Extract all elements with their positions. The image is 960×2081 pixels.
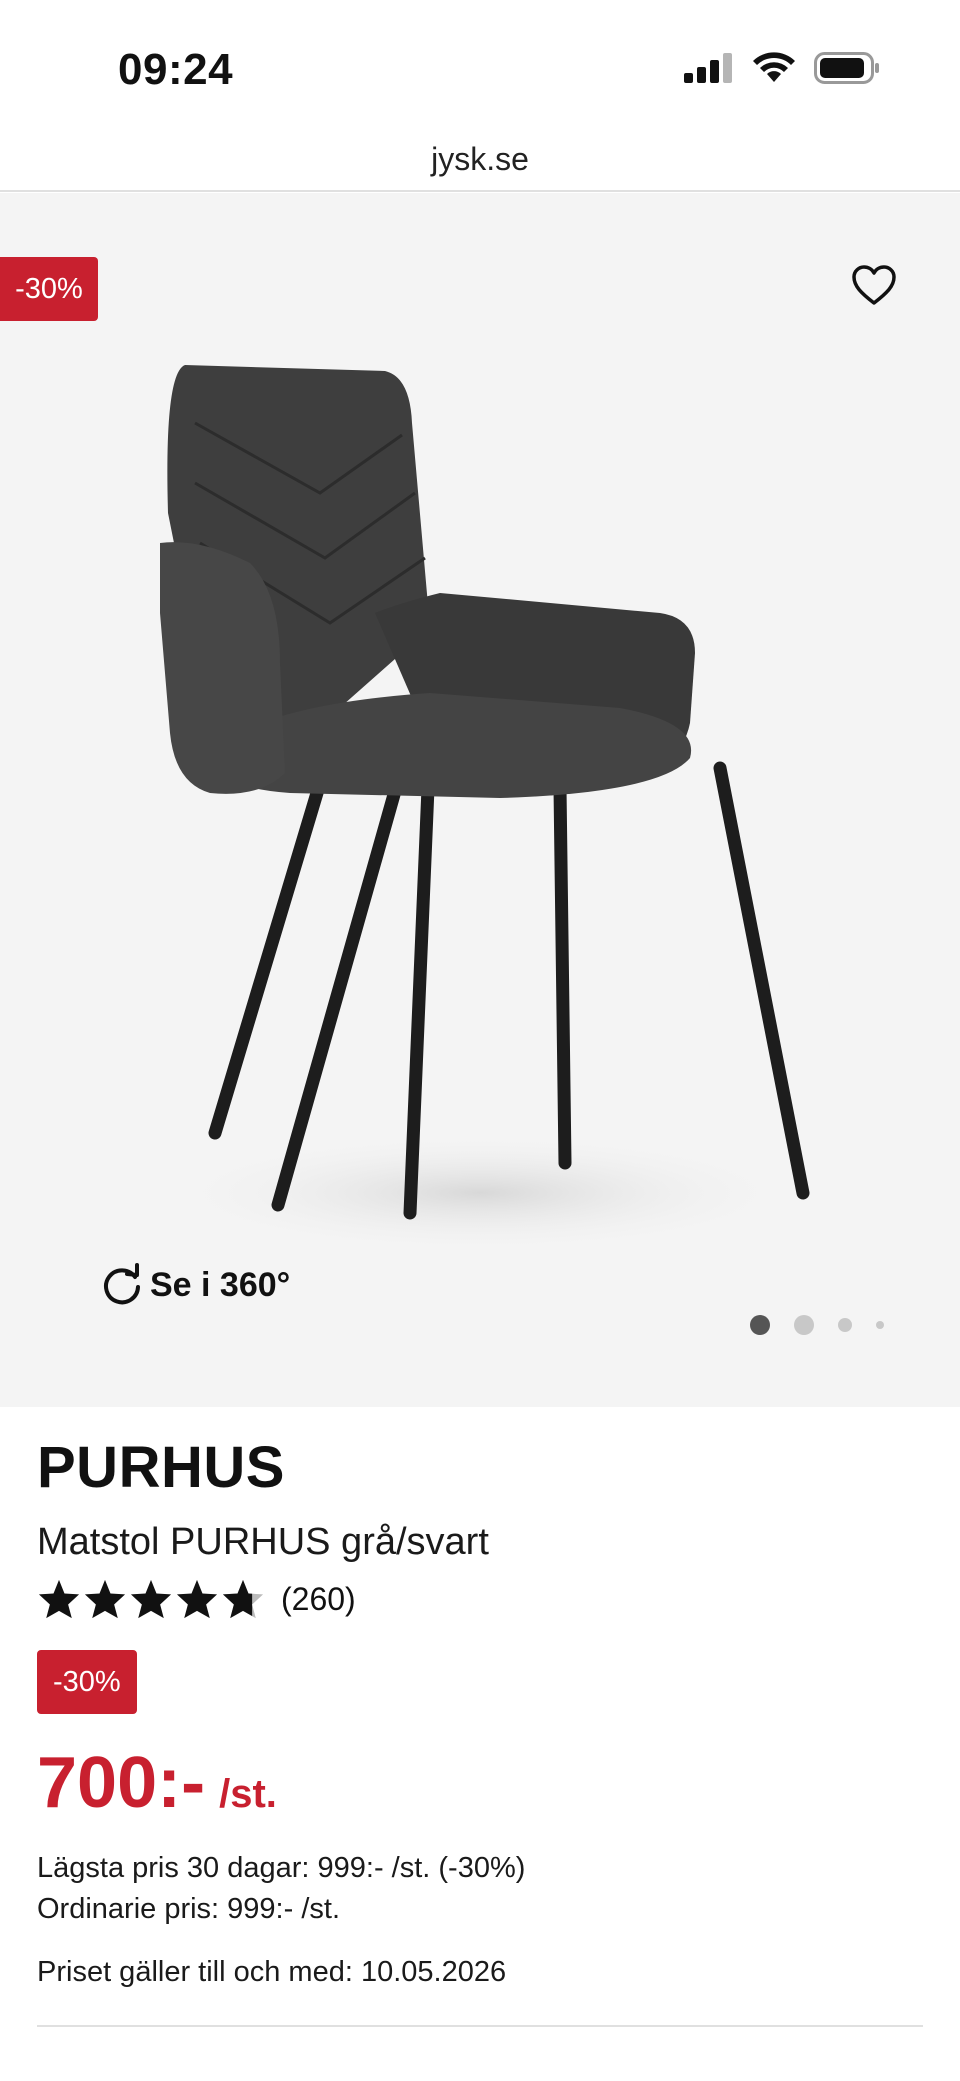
price-discount-badge: -30%: [37, 1650, 137, 1714]
rating-stars: [37, 1578, 265, 1620]
gallery-discount-badge: -30%: [0, 257, 98, 321]
star-icon: [38, 1579, 80, 1619]
price-details: Lägsta pris 30 dagar: 999:- /st. (-30%) …: [37, 1848, 923, 1930]
status-bar: 09:24: [0, 0, 960, 130]
product-image-gallery[interactable]: -30% Se i 360°: [0, 193, 960, 1407]
status-icons: [684, 52, 880, 84]
price-unit: /st.: [219, 1772, 277, 1816]
wifi-icon: [753, 52, 795, 82]
favorite-button[interactable]: [846, 257, 902, 313]
section-divider: [37, 2025, 923, 2027]
browser-url-bar[interactable]: jysk.se: [0, 130, 960, 192]
rotate-icon: [104, 1263, 140, 1305]
star-icon: [130, 1579, 172, 1619]
review-count[interactable]: (260): [281, 1581, 356, 1618]
view-360-label: Se i 360°: [150, 1265, 291, 1304]
gallery-pagination: [750, 1315, 884, 1335]
price-valid-until: Priset gäller till och med: 10.05.2026: [37, 1956, 507, 1988]
ordinary-price: Ordinarie pris: 999:- /st.: [37, 1893, 340, 1925]
star-icon: [176, 1579, 218, 1619]
star-partial-icon: [222, 1579, 264, 1619]
price-row: 700:- /st.: [37, 1742, 923, 1824]
current-price: 700:-: [37, 1743, 206, 1823]
product-rating[interactable]: (260): [37, 1578, 923, 1620]
pagination-dot[interactable]: [876, 1321, 884, 1329]
heart-icon: [852, 265, 896, 305]
star-icon: [84, 1579, 126, 1619]
product-name: Matstol PURHUS grå/svart: [37, 1521, 489, 1563]
signal-icon: [684, 53, 732, 83]
battery-icon: [814, 52, 879, 84]
view-360-button[interactable]: Se i 360°: [100, 1263, 290, 1307]
lowest-price-30-days: Lägsta pris 30 dagar: 999:- /st. (-30%): [37, 1852, 526, 1884]
pagination-dot-active[interactable]: [750, 1315, 770, 1335]
product-info: PURHUS Matstol PURHUS grå/svart (260) -3…: [37, 1410, 923, 1989]
status-time: 09:24: [118, 45, 234, 94]
pagination-dot[interactable]: [838, 1318, 852, 1332]
product-brand: PURHUS: [37, 1435, 285, 1500]
pagination-dot[interactable]: [794, 1315, 814, 1335]
chair-image: [160, 365, 810, 1253]
